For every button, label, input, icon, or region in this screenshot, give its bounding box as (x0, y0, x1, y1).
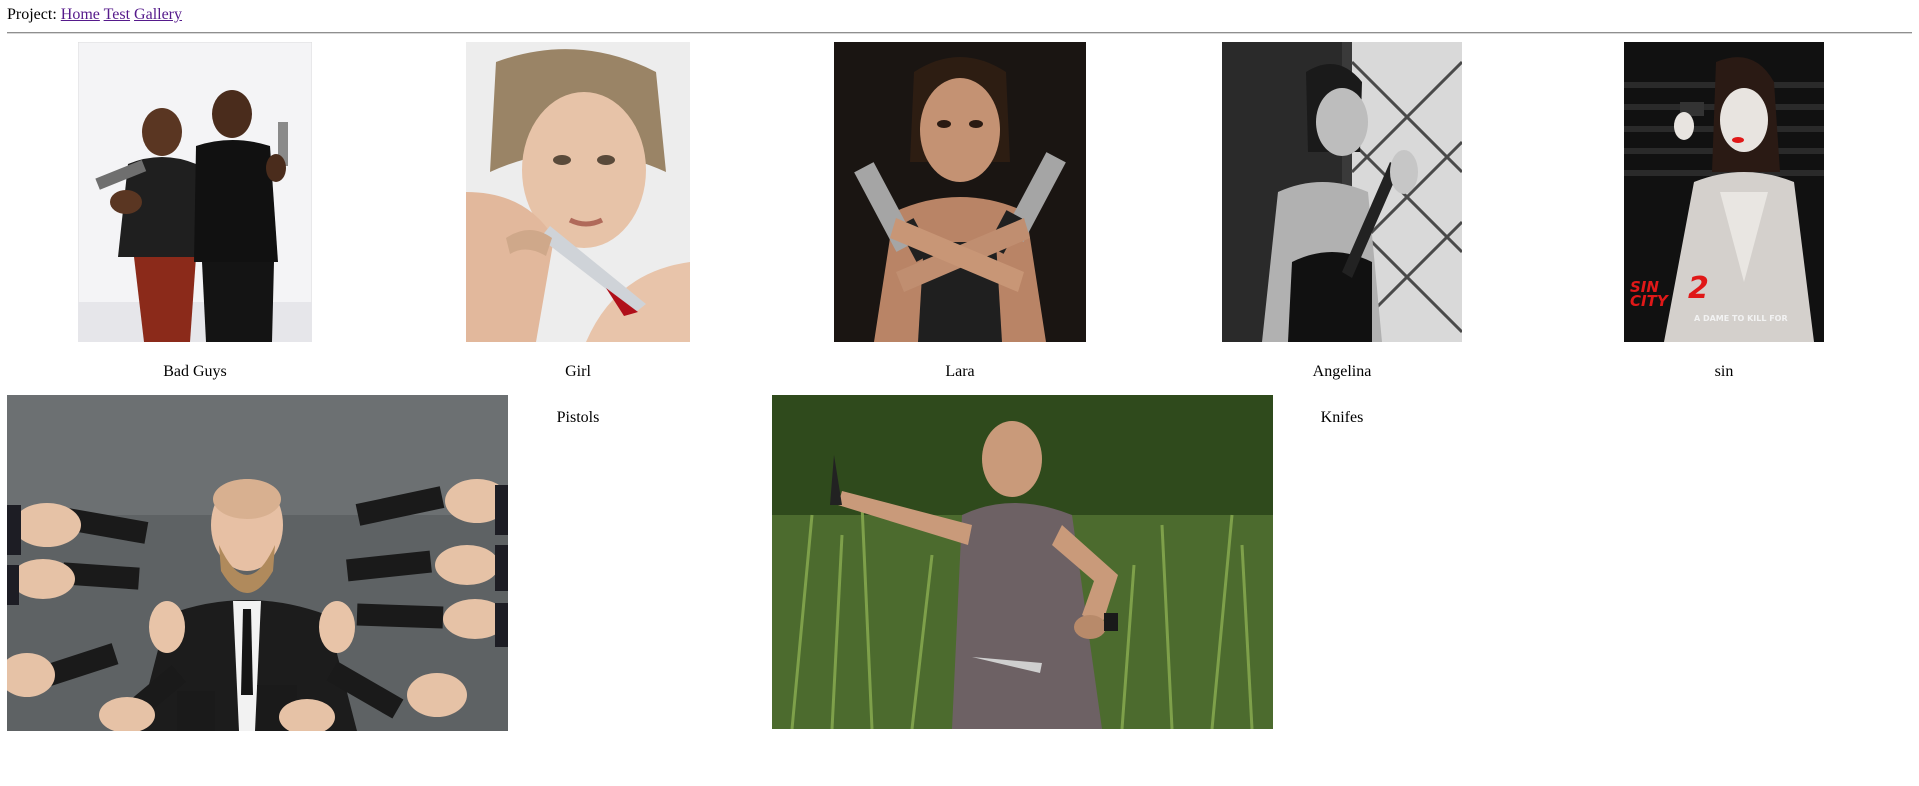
caption-knifes: Knifes (1320, 409, 1364, 426)
photo-sin[interactable]: SIN CITY 2 A DAME TO KILL FOR (1624, 42, 1824, 342)
photo-lara[interactable] (834, 42, 1086, 342)
caption-lara: Lara (945, 363, 975, 380)
photo-pistols[interactable] (7, 395, 508, 731)
caption-sin: sin (1714, 363, 1734, 380)
photo-bad-guys[interactable] (78, 42, 312, 342)
poster-tagline: A DAME TO KILL FOR (1694, 314, 1788, 323)
nav-link-home[interactable]: Home (61, 6, 100, 23)
nav-prefix: Project: (7, 6, 57, 23)
header-divider (7, 32, 1912, 34)
photo-angelina[interactable] (1222, 42, 1462, 342)
poster-number: 2 (1688, 271, 1709, 306)
caption-bad-guys: Bad Guys (163, 363, 227, 380)
caption-pistols: Pistols (556, 409, 600, 426)
photo-knifes[interactable] (772, 395, 1273, 729)
caption-angelina: Angelina (1312, 363, 1372, 380)
caption-girl: Girl (565, 363, 591, 380)
nav-link-gallery[interactable]: Gallery (134, 6, 182, 23)
project-nav: Project: Home Test Gallery (7, 5, 182, 25)
nav-link-test[interactable]: Test (104, 6, 130, 23)
photo-girl[interactable] (466, 42, 690, 342)
